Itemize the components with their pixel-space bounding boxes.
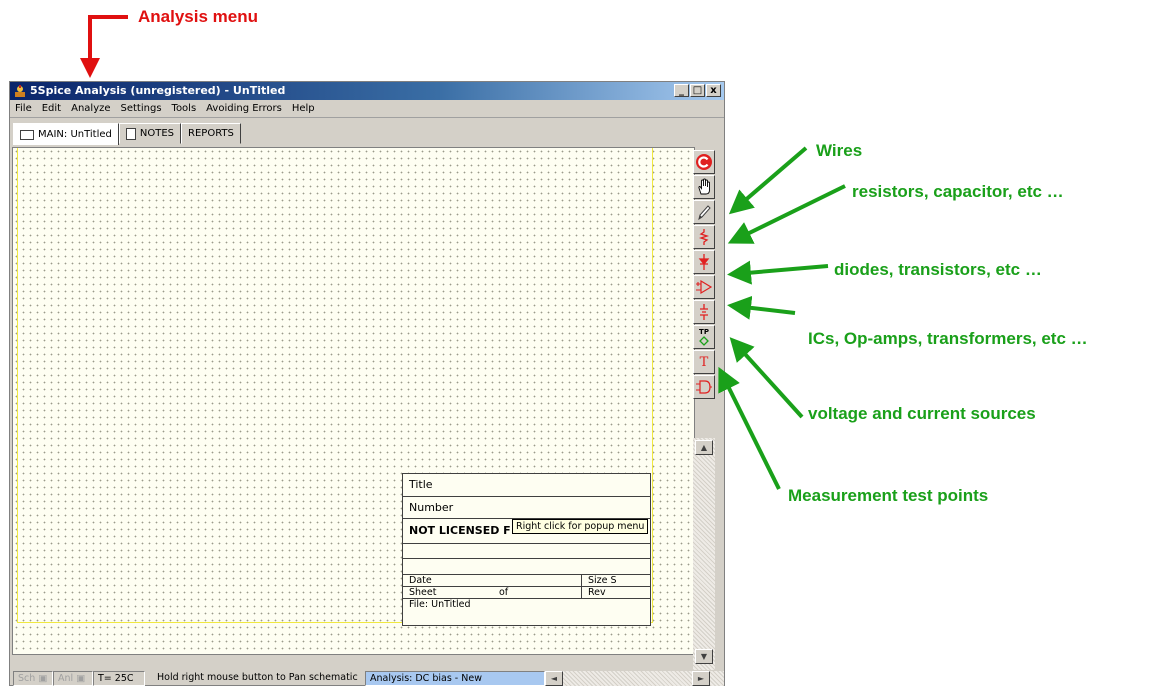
title-block-number: Number — [403, 497, 650, 519]
hand-pan-icon — [698, 178, 710, 195]
menu-edit[interactable]: Edit — [37, 103, 66, 114]
sources-callout: voltage and current sources — [808, 404, 1036, 423]
sources-arrow — [729, 337, 804, 419]
scroll-down-button[interactable]: ▼ — [695, 649, 713, 664]
sch-button[interactable]: Sch ▣ — [13, 670, 53, 686]
analysis-menu-arrow — [80, 15, 128, 78]
resistor-icon — [698, 229, 710, 245]
diodes-callout: diodes, transistors, etc … — [834, 260, 1042, 279]
menu-analyze[interactable]: Analyze — [66, 103, 115, 114]
scroll-left-button[interactable]: ◄ — [545, 670, 563, 686]
ics-callout: ICs, Op-amps, transformers, etc … — [808, 329, 1088, 348]
of-label: of — [499, 587, 509, 598]
minimize-button[interactable]: _ — [674, 84, 689, 97]
tab-reports[interactable]: REPORTS — [181, 123, 241, 144]
wire-tool-button[interactable] — [693, 200, 715, 224]
size-label: Size S — [588, 575, 617, 586]
save-icon: ▣ — [38, 672, 48, 684]
window-controls: _ □ x — [674, 84, 721, 97]
text-tool-button[interactable]: T — [693, 350, 715, 374]
rev-label: Rev — [588, 587, 606, 598]
source-icon — [700, 304, 708, 320]
save-icon-2: ▣ — [76, 672, 86, 684]
title-block-file-row: File: UnTitled — [403, 599, 650, 612]
test-point-label: TP — [699, 328, 709, 336]
ic-tool-button[interactable] — [693, 275, 715, 299]
title-block[interactable]: Title Number NOT LICENSED F Date Size S … — [402, 473, 651, 626]
tab-notes[interactable]: NOTES — [118, 123, 182, 144]
license-text: NOT LICENSED F — [409, 524, 511, 537]
menu-file[interactable]: File — [10, 103, 37, 114]
sch-label: Sch — [18, 672, 36, 684]
window-title: 5Spice Analysis (unregistered) - UnTitle… — [30, 84, 286, 97]
diode-tool-button[interactable] — [693, 250, 715, 274]
tab-main[interactable]: MAIN: UnTitled — [13, 123, 119, 145]
test-point-icon — [699, 336, 709, 346]
file-label: File: UnTitled — [409, 599, 471, 610]
opamp-icon — [696, 279, 713, 295]
title-block-sheet-row: Sheet of Rev — [403, 587, 650, 599]
analysis-status: Analysis: DC bias - New — [365, 670, 545, 686]
redraw-button[interactable] — [693, 150, 715, 174]
test-points-callout: Measurement test points — [788, 486, 989, 505]
source-tool-button[interactable] — [693, 300, 715, 324]
scroll-up-button[interactable]: ▲ — [695, 440, 713, 455]
resistors-callout: resistors, capacitor, etc … — [852, 182, 1064, 201]
scroll-right-button[interactable]: ► — [692, 670, 710, 686]
title-block-date-row: Date Size S — [403, 575, 650, 587]
title-block-blank-1 — [403, 544, 650, 559]
tab-reports-label: REPORTS — [188, 127, 234, 139]
vertical-scrollbar[interactable]: ▲ ▼ — [693, 438, 715, 670]
sheet-label: Sheet — [409, 587, 437, 598]
resistor-tool-button[interactable] — [693, 225, 715, 249]
notepad-icon — [125, 127, 136, 140]
title-block-divider — [581, 575, 582, 599]
pan-button[interactable] — [693, 175, 715, 199]
schematic-canvas[interactable]: Title Number NOT LICENSED F Date Size S … — [12, 147, 695, 655]
close-button[interactable]: x — [706, 84, 721, 97]
diodes-arrow — [727, 260, 829, 285]
status-hint: Hold right mouse button to Pan schematic — [157, 671, 358, 683]
status-bar: Sch ▣ Anl ▣ T= 25C Hold right mouse butt… — [10, 670, 724, 686]
component-toolbar: TP T — [693, 150, 715, 400]
title-block-blank-2 — [403, 559, 650, 575]
schematic-icon — [20, 129, 34, 140]
wires-callout: Wires — [816, 141, 863, 160]
menu-avoiding-errors[interactable]: Avoiding Errors — [201, 103, 287, 114]
analysis-menu-callout: Analysis menu — [138, 7, 258, 26]
ics-arrow — [727, 295, 796, 320]
tab-notes-label: NOTES — [139, 127, 175, 139]
test-point-tool-button[interactable]: TP — [693, 325, 715, 349]
resistors-arrow — [727, 184, 846, 244]
popup-tooltip: Right click for popup menu — [512, 519, 649, 534]
menu-tools[interactable]: Tools — [167, 103, 202, 114]
maximize-button[interactable]: □ — [690, 84, 705, 97]
wires-arrow — [728, 146, 808, 215]
logic-gate-tool-button[interactable] — [693, 375, 715, 399]
diode-icon — [698, 254, 710, 270]
title-bar: 5Spice Analysis (unregistered) - UnTitle… — [10, 82, 724, 100]
date-label: Date — [409, 575, 432, 586]
test-points-arrow — [718, 366, 781, 490]
menu-help[interactable]: Help — [287, 103, 320, 114]
app-window: 5Spice Analysis (unregistered) - UnTitle… — [9, 81, 725, 686]
horizontal-scrollbar[interactable]: ◄ ► — [545, 670, 724, 686]
title-block-title: Title — [403, 474, 650, 497]
logic-gate-icon — [696, 380, 712, 394]
anl-label: Anl — [58, 672, 74, 684]
wire-pencil-icon — [698, 205, 711, 221]
tab-strip: MAIN: UnTitled NOTES REPORTS — [13, 123, 241, 145]
anl-button[interactable]: Anl ▣ — [53, 670, 93, 686]
menu-settings[interactable]: Settings — [116, 103, 167, 114]
app-logo-icon — [15, 85, 25, 97]
text-icon: T — [699, 354, 709, 370]
tab-main-label: MAIN: UnTitled — [38, 128, 112, 140]
temperature-indicator: T= 25C — [93, 670, 145, 686]
redraw-icon — [696, 154, 712, 170]
menu-bar: File Edit Analyze Settings Tools Avoidin… — [10, 100, 724, 118]
